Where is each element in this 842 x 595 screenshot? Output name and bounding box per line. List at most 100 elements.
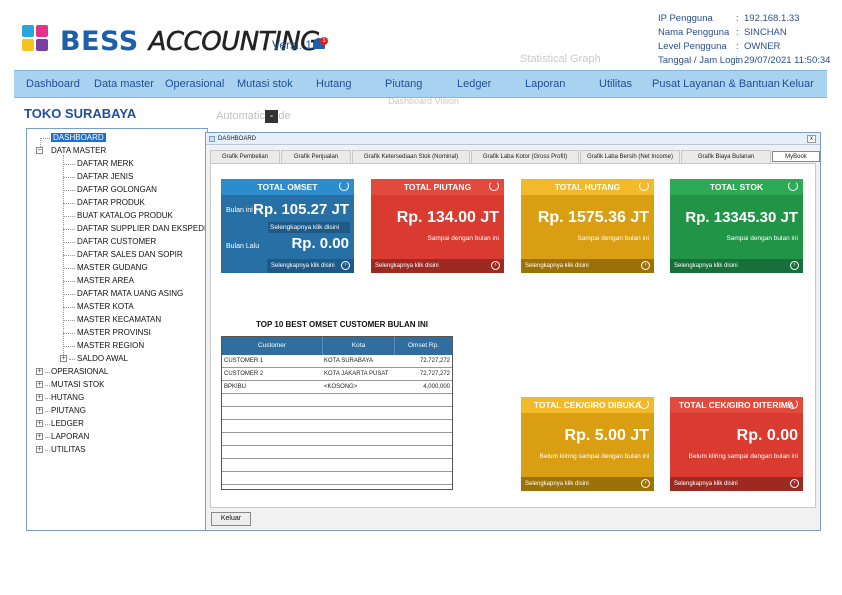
tree-item-master-gudang[interactable]: MASTER GUDANG <box>77 262 148 274</box>
column-header-omset[interactable]: Omset Rp. <box>395 337 452 355</box>
menu-piutang[interactable]: Piutang <box>385 78 422 90</box>
top-customers-title: TOP 10 BEST OMSET CUSTOMER BULAN INI <box>256 320 429 329</box>
menu-keluar[interactable]: Keluar <box>782 78 814 90</box>
tree-item-master-provinsi[interactable]: MASTER PROVINSI <box>77 327 151 339</box>
tree-expander-plus-icon[interactable]: + <box>36 368 43 375</box>
refresh-icon[interactable] <box>489 181 499 191</box>
arrow-right-icon: › <box>790 261 799 270</box>
table-row[interactable] <box>222 394 452 407</box>
tree-item-utilitas[interactable]: UTILITAS <box>51 444 86 456</box>
tab-grafik-laba-bersih[interactable]: Grafik Laba Bersih (Net Income) <box>580 150 680 163</box>
arrow-right-icon: › <box>641 261 650 270</box>
refresh-icon[interactable] <box>788 399 798 409</box>
card-footer-link[interactable]: Selengkapnya klik disini › <box>670 259 803 273</box>
tree-item-master-region[interactable]: MASTER REGION <box>77 340 144 352</box>
tab-grafik-ketersediaan-stok[interactable]: Grafik Ketersediaan Stok (Nominal) <box>352 150 470 163</box>
tree-expander-plus-icon[interactable]: + <box>36 394 43 401</box>
card-footer-link[interactable]: Selengkapnya klik disini › <box>521 477 654 491</box>
tree-item-mutasi-stok[interactable]: MUTASI STOK <box>51 379 105 391</box>
tree-item-daftar-mata-uang-asing[interactable]: DAFTAR MATA UANG ASING <box>77 288 183 300</box>
table-row[interactable] <box>222 433 452 446</box>
menu-mutasi-stok[interactable]: Mutasi stok <box>237 78 293 90</box>
top-customers-table: Customer Kota Omset Rp. CUSTOMER 1 KOTA S… <box>221 336 453 490</box>
tree-item-master-area[interactable]: MASTER AREA <box>77 275 134 287</box>
card-footer-link[interactable]: Selengkapnya klik disini › <box>267 259 354 273</box>
tree-item-piutang[interactable]: PIUTANG <box>51 405 86 417</box>
card-footer-link[interactable]: Selengkapnya klik disini › <box>521 259 654 273</box>
arrow-right-icon: › <box>341 261 350 270</box>
tab-grafik-penjualan[interactable]: Grafik Penjualan <box>281 150 351 163</box>
table-row[interactable]: BPKIBU <KOSONG> 4,000,000 <box>222 381 452 394</box>
menu-hutang[interactable]: Hutang <box>316 78 351 90</box>
tree-expander-plus-icon[interactable]: + <box>36 433 43 440</box>
menu-utilitas[interactable]: Utilitas <box>599 78 632 90</box>
table-row[interactable]: CUSTOMER 2 KOTA JAKARTA PUSAT 72,727,272 <box>222 368 452 381</box>
table-row[interactable] <box>222 472 452 485</box>
table-row[interactable] <box>222 407 452 420</box>
menu-pusat-layanan[interactable]: Pusat Layanan & Bantuan <box>652 78 780 90</box>
tree-item-data-master[interactable]: DATA MASTER <box>51 145 106 157</box>
tree-item-daftar-customer[interactable]: DAFTAR CUSTOMER <box>77 236 156 248</box>
label-bulan-ini: Bulan ini <box>226 207 253 214</box>
link-bulan-ini[interactable]: Selengkapnya klik disini <box>268 222 350 233</box>
card-footer-link[interactable]: Selengkapnya klik disini › <box>670 477 803 491</box>
table-row[interactable] <box>222 420 452 433</box>
card-subtitle: Sampai dengan bulan ini <box>726 235 798 242</box>
table-row[interactable]: CUSTOMER 1 KOTA SURABAYA 72,727,272 <box>222 355 452 368</box>
tree-item-daftar-produk[interactable]: DAFTAR PRODUK <box>77 197 145 209</box>
tab-grafik-laba-kotor[interactable]: Grafik Laba Kotor (Gross Profit) <box>471 150 579 163</box>
tree-guide-line <box>63 190 75 191</box>
collapse-panel-button[interactable]: - <box>265 110 278 123</box>
info-row-ip: IP Pengguna:192.168.1.33 <box>658 13 800 24</box>
notification-count: 1 <box>320 37 328 45</box>
table-row[interactable] <box>222 459 452 472</box>
tree-item-dashboard[interactable]: DASHBOARD <box>51 132 106 144</box>
automatic-hide-label: Automatic Hide <box>216 110 291 122</box>
tree-expander-plus-icon[interactable]: + <box>36 446 43 453</box>
tree-expander-plus-icon[interactable]: + <box>36 381 43 388</box>
tree-expander-plus-icon[interactable]: + <box>36 407 43 414</box>
tree-guide-line <box>63 242 75 243</box>
tree-item-daftar-sales-dan-sopir[interactable]: DAFTAR SALES DAN SOPIR <box>77 249 183 261</box>
tree-guide-line <box>63 203 75 204</box>
tree-item-ledger[interactable]: LEDGER <box>51 418 84 430</box>
menu-dashboard[interactable]: Dashboard <box>26 78 80 90</box>
tree-expander-plus-icon[interactable]: + <box>36 420 43 427</box>
menu-laporan[interactable]: Laporan <box>525 78 565 90</box>
tab-grafik-pembelian[interactable]: Grafik Pembelian <box>210 150 280 163</box>
refresh-icon[interactable] <box>788 181 798 191</box>
refresh-icon[interactable] <box>639 181 649 191</box>
menu-operasional[interactable]: Operasional <box>165 78 224 90</box>
card-footer-link[interactable]: Selengkapnya klik disini › <box>371 259 504 273</box>
tree-item-operasional[interactable]: OPERASIONAL <box>51 366 108 378</box>
tab-grafik-biaya-bulanan[interactable]: Grafik Biaya Bulanan <box>681 150 771 163</box>
window-close-button[interactable]: x <box>807 135 816 143</box>
tree-item-master-kecamatan[interactable]: MASTER KECAMATAN <box>77 314 161 326</box>
menu-ledger[interactable]: Ledger <box>457 78 491 90</box>
table-row[interactable] <box>222 446 452 459</box>
tree-item-master-kota[interactable]: MASTER KOTA <box>77 301 134 313</box>
tree-item-laporan[interactable]: LAPORAN <box>51 431 89 443</box>
user-info: IP Pengguna:192.168.1.33 Nama Pengguna: S… <box>658 13 830 69</box>
tab-mybook[interactable]: MyBook <box>772 151 820 162</box>
refresh-icon[interactable] <box>639 399 649 409</box>
tree-item-buat-katalog-produk[interactable]: BUAT KATALOG PRODUK <box>77 210 173 222</box>
keluar-button[interactable]: Keluar <box>211 512 251 526</box>
tree-item-saldo-awal[interactable]: SALDO AWAL <box>77 353 128 365</box>
tree-item-daftar-merk[interactable]: DAFTAR MERK <box>77 158 134 170</box>
notification-bell-icon[interactable]: 1 <box>312 37 328 52</box>
tree-item-daftar-supplier-dan-ekspedisi[interactable]: DAFTAR SUPPLIER DAN EKSPEDISI <box>77 223 207 235</box>
tree-item-hutang[interactable]: HUTANG <box>51 392 84 404</box>
navigation-tree: DASHBOARD − DATA MASTER DAFTAR MERK DAFTAR J… <box>26 128 208 531</box>
tree-expander-plus-icon[interactable]: + <box>60 355 67 362</box>
column-header-kota[interactable]: Kota <box>323 337 395 355</box>
column-header-customer[interactable]: Customer <box>222 337 323 355</box>
tree-item-daftar-golongan[interactable]: DAFTAR GOLONGAN <box>77 184 157 196</box>
app-root: Statistical Graph Dashboard Vision BESS … <box>0 0 842 595</box>
menu-data-master[interactable]: Data master <box>94 78 154 90</box>
cell-customer: CUSTOMER 1 <box>224 358 264 364</box>
tree-item-daftar-jenis[interactable]: DAFTAR JENIS <box>77 171 133 183</box>
arrow-right-icon: › <box>641 479 650 488</box>
tree-expander-minus-icon[interactable]: − <box>36 147 43 154</box>
refresh-icon[interactable] <box>339 181 349 191</box>
